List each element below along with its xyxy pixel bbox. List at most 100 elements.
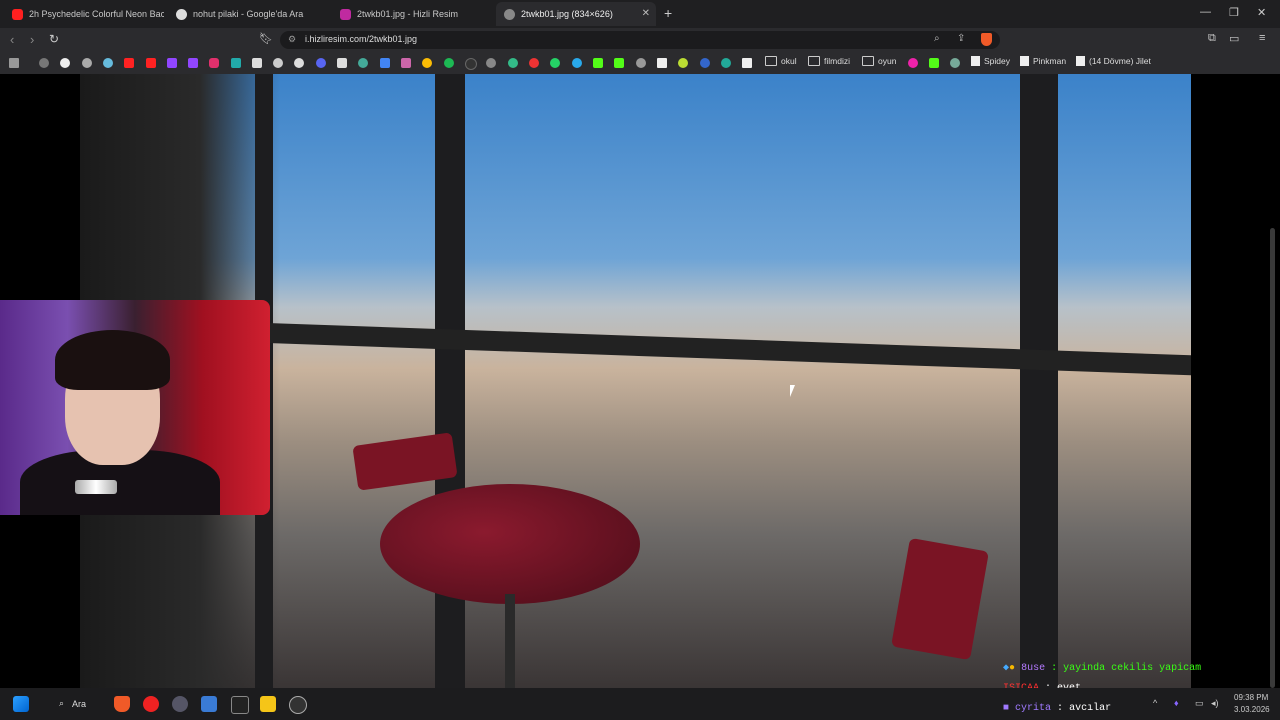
bookmark-icon[interactable] (742, 58, 752, 68)
bookmark-icon[interactable] (337, 58, 347, 68)
bookmark-icon[interactable]: 🔖︎ (259, 32, 273, 45)
app-icon[interactable] (231, 696, 249, 714)
youtube-bookmark-icon[interactable] (146, 58, 156, 68)
bookmark-pinkman[interactable]: Pinkman (1020, 56, 1066, 66)
forward-icon[interactable]: › (30, 32, 34, 47)
spotify-icon[interactable] (444, 58, 454, 68)
reload-icon[interactable]: ↻ (49, 32, 59, 46)
app-icon[interactable] (172, 696, 188, 712)
zoom-icon[interactable]: ⌕ (934, 33, 940, 44)
chat-separator: : (1051, 703, 1070, 714)
bookmark-icon[interactable] (358, 58, 368, 68)
kick-icon[interactable] (614, 58, 624, 68)
bookmark-icon[interactable] (636, 58, 646, 68)
telegram-icon[interactable] (572, 58, 582, 68)
folder-icon (862, 56, 874, 66)
chat-text: avcılar (1069, 703, 1112, 714)
bookmark-icon[interactable] (678, 58, 688, 68)
sidebar-icon[interactable]: ▭ (1229, 32, 1239, 45)
bookmark-jilet[interactable]: (14 Dövme) Jilet (1076, 56, 1151, 66)
extensions-icon[interactable]: ⧉ (1208, 32, 1216, 45)
tab-image-active[interactable]: 2twkb01.jpg (834×626) ✕ (496, 2, 656, 26)
instagram-icon[interactable] (209, 58, 219, 68)
bookmark-icon[interactable] (721, 58, 731, 68)
brave-shields-icon[interactable] (981, 33, 992, 46)
url-text[interactable]: i.hizliresim.com/2twkb01.jpg (305, 34, 417, 44)
bookmark-label: Pinkman (1033, 56, 1067, 66)
bookmark-icon[interactable] (82, 58, 92, 68)
address-bar[interactable]: ⚙︎ i.hizliresim.com/2twkb01.jpg ⌕ ⇪ (280, 31, 1000, 49)
share-icon[interactable]: ⇪ (957, 33, 965, 44)
search-button[interactable]: ⌕ Ara (55, 696, 95, 712)
bookmark-icon[interactable] (908, 58, 918, 68)
bookmark-spidey[interactable]: Spidey (971, 56, 1010, 66)
new-tab-icon[interactable]: + (664, 5, 672, 21)
kick-icon[interactable] (593, 58, 603, 68)
chair-image (891, 537, 989, 661)
tray-app-icon[interactable]: ♦ (1174, 698, 1179, 708)
search-icon: ⌕ (59, 698, 65, 708)
bookmark-icon[interactable] (486, 58, 496, 68)
windows-start-icon[interactable] (13, 696, 29, 712)
badge-icon: ■ (1003, 703, 1010, 714)
page-icon (1076, 56, 1085, 66)
apps-icon[interactable] (9, 58, 19, 68)
close-tab-icon[interactable]: ✕ (642, 8, 650, 19)
streamer-hair (55, 330, 170, 390)
restore-icon[interactable]: ❐ (1229, 6, 1239, 19)
drive-icon[interactable] (422, 58, 432, 68)
folder-icon (808, 56, 820, 66)
site-info-icon[interactable]: ⚙︎ (288, 34, 296, 45)
clock-date[interactable]: 3.03.2026 (1234, 705, 1270, 714)
toolbar: ‹ › ↻ 🔖︎ ⚙︎ i.hizliresim.com/2twkb01.jpg… (0, 28, 1280, 52)
bookmark-icon[interactable] (529, 58, 539, 68)
search-label: Ara (72, 699, 87, 709)
bookmark-icon[interactable] (103, 58, 113, 68)
bookmark-icon[interactable] (700, 58, 710, 68)
tab-hizliresim[interactable]: 2twkb01.jpg - Hizli Resim (332, 2, 492, 26)
kick-icon[interactable] (929, 58, 939, 68)
folder-icon (765, 56, 777, 66)
bookmark-icon[interactable] (231, 58, 241, 68)
whatsapp-icon[interactable] (550, 58, 560, 68)
bookmark-icon[interactable] (508, 58, 518, 68)
threads-icon[interactable] (273, 58, 283, 68)
bookmark-icon[interactable] (950, 58, 960, 68)
close-window-icon[interactable]: ✕ (1257, 6, 1266, 19)
minimize-icon[interactable]: — (1200, 6, 1211, 18)
media-player-icon[interactable] (143, 696, 159, 712)
network-icon[interactable]: ▭ (1195, 698, 1204, 709)
discord-icon[interactable] (316, 58, 326, 68)
history-icon[interactable] (39, 58, 49, 68)
tray-chevron-icon[interactable]: ^ (1153, 698, 1157, 708)
chat-username: 8use (1021, 663, 1046, 674)
tab-label: 2twkb01.jpg - Hizli Resim (357, 9, 459, 19)
chat-text: yayinda cekilis yapicam (1063, 663, 1202, 674)
bookmark-folder-okul[interactable]: okul (765, 56, 797, 66)
volume-icon[interactable]: ◂) (1211, 698, 1219, 709)
bookmark-icon[interactable] (465, 58, 477, 70)
youtube-bookmark-icon[interactable] (124, 58, 134, 68)
menu-icon[interactable]: ≡ (1259, 32, 1265, 44)
chat-separator: : (1045, 663, 1064, 674)
back-icon[interactable]: ‹ (10, 32, 14, 47)
bookmark-icon[interactable] (401, 58, 411, 68)
bookmark-icon[interactable] (657, 58, 667, 68)
tab-google[interactable]: nohut pilaki - Google'da Ara (168, 2, 328, 26)
photos-icon[interactable] (201, 696, 217, 712)
bookmark-folder-oyun[interactable]: oyun (862, 56, 896, 66)
bookmark-folder-filmdizi[interactable]: filmdizi (808, 56, 850, 66)
brave-taskbar-icon[interactable] (114, 696, 130, 712)
x-icon[interactable] (252, 58, 262, 68)
clock-time[interactable]: 09:38 PM (1234, 693, 1268, 702)
steam-icon[interactable] (289, 696, 307, 714)
twitch-icon[interactable] (188, 58, 198, 68)
translate-icon[interactable] (380, 58, 390, 68)
tiktok-icon[interactable] (294, 58, 304, 68)
google-bookmark-icon[interactable] (60, 58, 70, 68)
scrollbar[interactable] (1270, 228, 1275, 688)
bookmark-label: Spidey (984, 56, 1010, 66)
file-explorer-icon[interactable] (260, 696, 276, 712)
tab-youtube[interactable]: 2h Psychedelic Colorful Neon Backgr (4, 2, 164, 26)
twitch-icon[interactable] (167, 58, 177, 68)
